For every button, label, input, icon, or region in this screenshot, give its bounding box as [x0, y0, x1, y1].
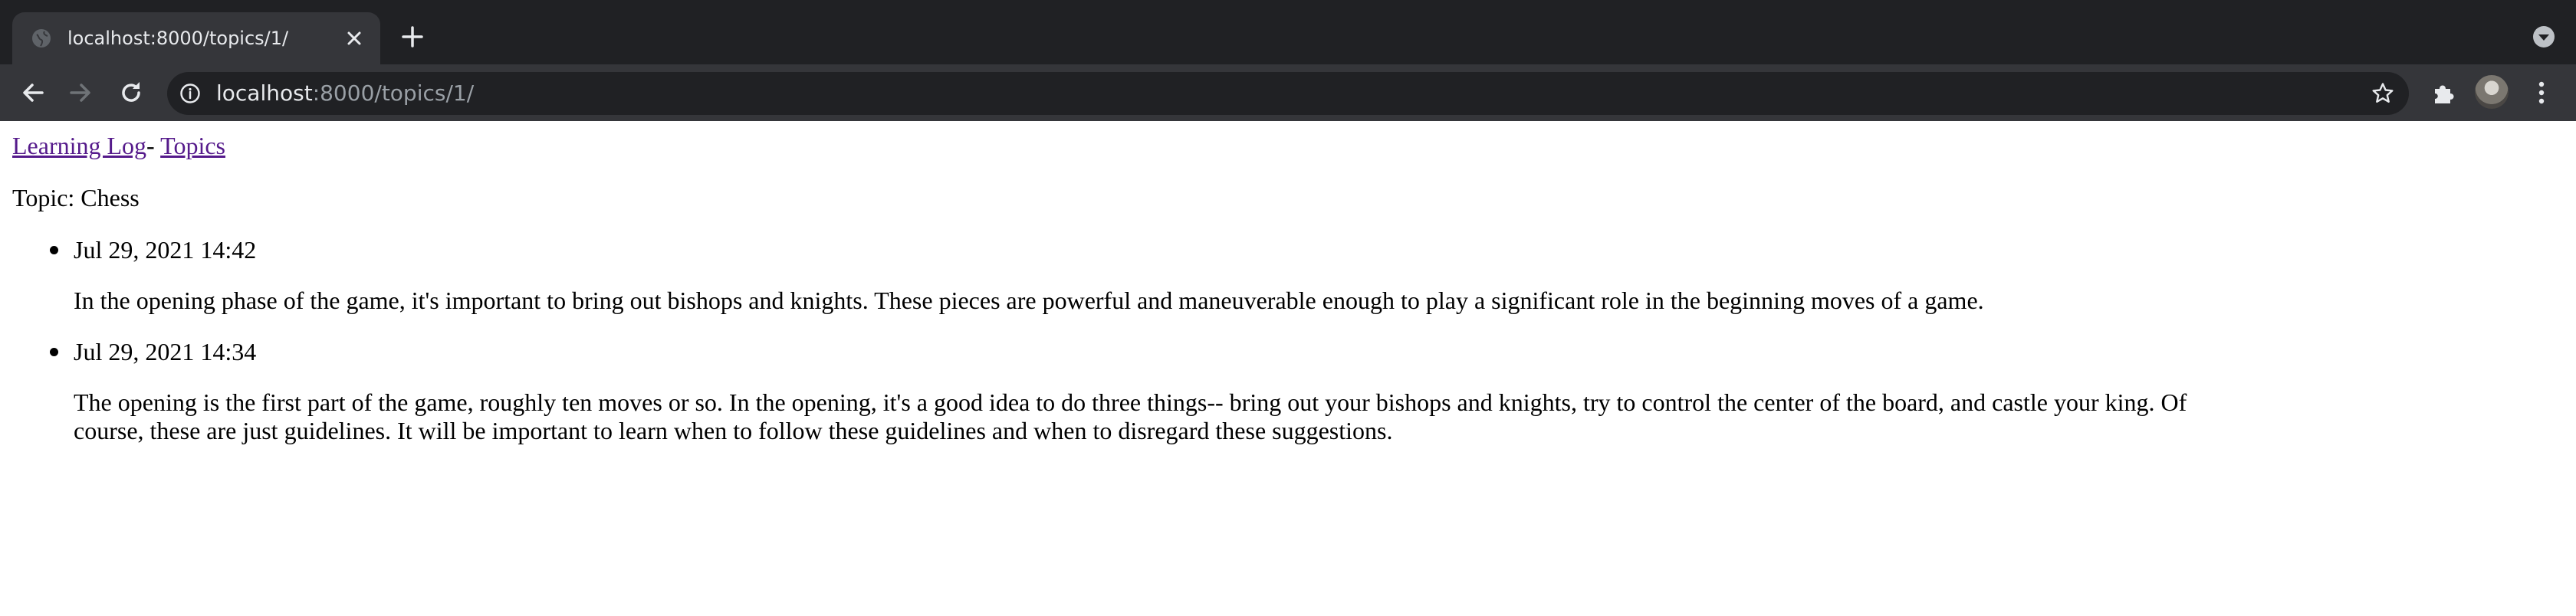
tab-search-dropdown-icon[interactable]	[2532, 25, 2556, 49]
bullet-icon	[50, 246, 58, 254]
list-item: Jul 29, 2021 14:34 The opening is the fi…	[0, 336, 2300, 445]
browser-chrome: localhost:8000/topics/1/ localhost:8000/…	[0, 0, 2576, 121]
new-tab-plus-icon[interactable]	[399, 23, 426, 51]
globe-icon	[31, 28, 52, 49]
bullet-icon	[50, 348, 58, 356]
more-menu-icon[interactable]	[2527, 78, 2556, 107]
browser-tab[interactable]: localhost:8000/topics/1/	[12, 12, 380, 64]
close-tab-icon[interactable]	[342, 26, 366, 51]
topic-heading: Topic: Chess	[12, 184, 140, 211]
reload-icon[interactable]	[117, 78, 146, 107]
browser-toolbar: localhost:8000/topics/1/	[0, 64, 2576, 121]
site-info-icon[interactable]	[179, 83, 201, 104]
extensions-puzzle-icon[interactable]	[2429, 78, 2458, 107]
entry-text: The opening is the first part of the gam…	[74, 388, 2187, 444]
entry-date: Jul 29, 2021 14:34	[74, 338, 257, 365]
list-item: Jul 29, 2021 14:42 In the opening phase …	[0, 234, 2300, 315]
url-host: localhost	[216, 80, 313, 106]
page-content: Learning Log- Topics Topic: Chess Jul 29…	[0, 121, 2576, 616]
entry-list: Jul 29, 2021 14:42 In the opening phase …	[0, 234, 2300, 467]
address-bar[interactable]: localhost:8000/topics/1/	[167, 72, 2409, 115]
tab-strip: localhost:8000/topics/1/	[0, 0, 2576, 64]
nav-separator: -	[146, 132, 161, 159]
bookmark-star-icon[interactable]	[2371, 81, 2395, 106]
url-path: :8000/topics/1/	[312, 80, 475, 106]
tab-title: localhost:8000/topics/1/	[67, 28, 289, 49]
profile-avatar[interactable]	[2475, 75, 2509, 109]
topics-link[interactable]: Topics	[160, 132, 225, 159]
site-nav: Learning Log- Topics	[12, 130, 225, 161]
back-arrow-icon[interactable]	[18, 78, 48, 107]
address-url: localhost:8000/topics/1/	[216, 72, 474, 115]
entry-text: In the opening phase of the game, it's i…	[74, 287, 1984, 314]
entry-date: Jul 29, 2021 14:42	[74, 236, 257, 264]
learning-log-link[interactable]: Learning Log	[12, 132, 146, 159]
forward-arrow-icon[interactable]	[66, 78, 95, 107]
